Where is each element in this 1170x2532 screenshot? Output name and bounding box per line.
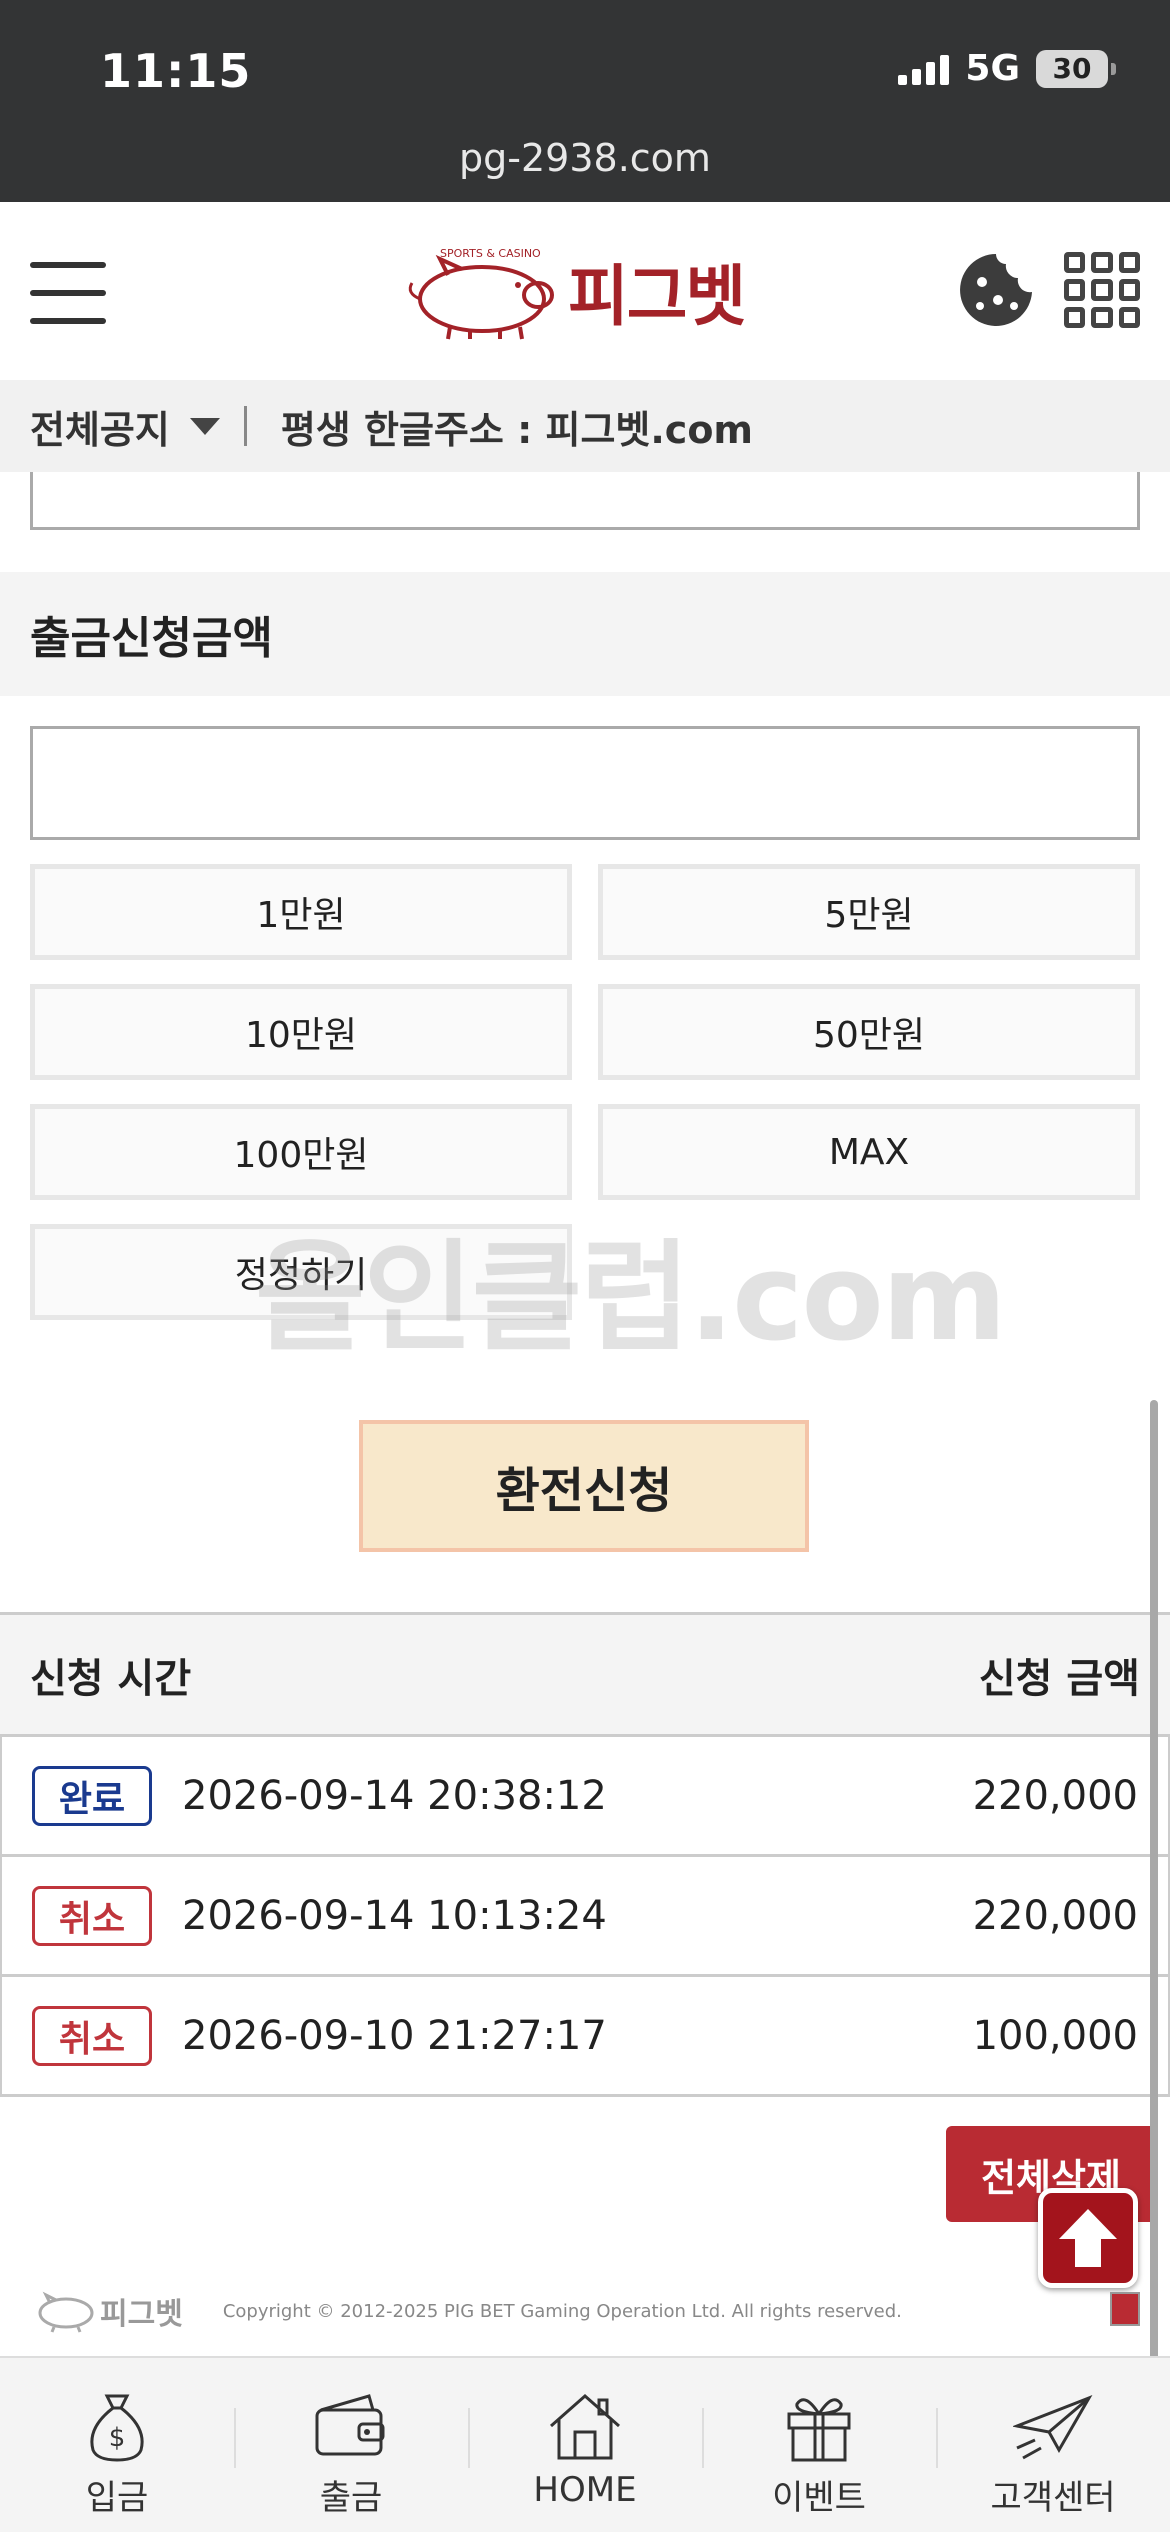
nav-label: 이벤트: [772, 2478, 866, 2518]
footer-logo: 피그벳: [30, 2289, 183, 2333]
nav-label: HOME: [533, 2470, 637, 2510]
paper-plane-icon: [1013, 2395, 1093, 2460]
table-row: 취소 2026-09-14 10:13:24 220,000: [0, 1857, 1170, 1977]
amount-button-500k[interactable]: 50만원: [598, 984, 1140, 1080]
notice-text: 평생 한글주소 : 피그벳.com: [280, 407, 754, 452]
amount-button-100k[interactable]: 10만원: [30, 984, 572, 1080]
caret-down-icon[interactable]: [189, 417, 220, 435]
status-badge: 취소: [32, 2005, 152, 2066]
scroll-to-top-button[interactable]: [1038, 2188, 1138, 2288]
footer: 피그벳 Copyright © 2012-2025 PIG BET Gaming…: [30, 2286, 1150, 2336]
watermark: 올인클럽.com: [255, 1229, 1007, 1368]
request-time: 2026-09-14 10:13:24: [182, 1892, 607, 1939]
nav-customer-center[interactable]: 고객센터: [936, 2358, 1170, 2532]
amount-button-10k[interactable]: 1만원: [30, 864, 572, 960]
amount-button-1m[interactable]: 100만원: [30, 1104, 572, 1200]
svg-text:$: $: [109, 2423, 126, 2453]
footer-logo-text: 피그벳: [100, 2297, 183, 2332]
copyright-text: Copyright © 2012-2025 PIG BET Gaming Ope…: [222, 2300, 902, 2322]
wallet-icon: [315, 2394, 385, 2456]
nav-withdraw[interactable]: 출금: [234, 2358, 468, 2532]
menu-icon[interactable]: [30, 258, 106, 328]
site-header: SPORTS & CASINO 피그벳: [0, 202, 1170, 380]
divider: [243, 406, 247, 446]
status-indicators: 5G 30: [898, 48, 1116, 89]
logo-small-text: SPORTS & CASINO: [440, 247, 541, 260]
address-bar-url[interactable]: pg-2938.com: [0, 136, 1170, 180]
nav-label: 입금: [85, 2478, 149, 2518]
nav-event[interactable]: 이벤트: [702, 2358, 936, 2532]
table-header: 신청 시간 신청 금액: [0, 1615, 1170, 1737]
status-time: 11:15: [100, 44, 252, 98]
table-row: 완료 2026-09-14 20:38:12 220,000: [0, 1737, 1170, 1857]
status-badge: 취소: [32, 1885, 152, 1946]
home-icon: [550, 2393, 620, 2460]
nav-home[interactable]: HOME: [468, 2358, 702, 2532]
request-time: 2026-09-10 21:27:17: [182, 2012, 607, 2059]
nav-deposit[interactable]: $ 입금: [0, 2358, 234, 2532]
nav-label: 출금: [319, 2478, 383, 2518]
bottom-nav: $ 입금 출금 HOME 이벤트 고객센터: [0, 2356, 1170, 2532]
apps-grid-icon[interactable]: [1064, 252, 1140, 328]
table-row: 취소 2026-09-10 21:27:17 100,000: [0, 1977, 1170, 2097]
status-badge: 완료: [32, 1765, 152, 1826]
amount-button-max[interactable]: MAX: [598, 1104, 1140, 1200]
request-time: 2026-09-14 20:38:12: [182, 1772, 607, 1819]
cookie-icon[interactable]: [958, 252, 1034, 328]
network-type: 5G: [965, 48, 1020, 89]
pig-logo-icon: SPORTS & CASINO: [408, 247, 554, 340]
section-title: 출금신청금액: [0, 572, 1170, 696]
column-header-time: 신청 시간: [30, 1655, 192, 1702]
request-amount: 100,000: [972, 2012, 1138, 2059]
column-header-amount: 신청 금액: [978, 1655, 1140, 1702]
nav-label: 고객센터: [990, 2478, 1116, 2518]
arrow-up-icon: [1059, 2209, 1117, 2267]
notice-bar[interactable]: 전체공지 평생 한글주소 : 피그벳.com: [0, 380, 1170, 472]
pig-logo-icon: [38, 2291, 94, 2333]
certificate-icon: [1110, 2292, 1140, 2326]
money-bag-icon: $: [90, 2394, 144, 2462]
notice-category[interactable]: 전체공지: [30, 399, 170, 454]
signal-icon: [898, 53, 950, 85]
gift-icon: [787, 2398, 851, 2462]
previous-input-field[interactable]: [30, 472, 1140, 530]
battery-icon: 30: [1036, 49, 1116, 88]
site-logo[interactable]: SPORTS & CASINO 피그벳: [400, 236, 780, 346]
logo-text: 피그벳: [568, 258, 746, 335]
status-bar: 11:15 5G 30 pg-2938.com: [0, 0, 1170, 202]
withdraw-history-table: 신청 시간 신청 금액 완료 2026-09-14 20:38:12 220,0…: [0, 1612, 1170, 2097]
request-amount: 220,000: [972, 1772, 1138, 1819]
request-amount: 220,000: [972, 1892, 1138, 1939]
exchange-request-button[interactable]: 환전신청: [359, 1420, 809, 1552]
scrollbar[interactable]: [1150, 1400, 1158, 2380]
amount-button-50k[interactable]: 5만원: [598, 864, 1140, 960]
withdraw-amount-input[interactable]: [30, 726, 1140, 840]
